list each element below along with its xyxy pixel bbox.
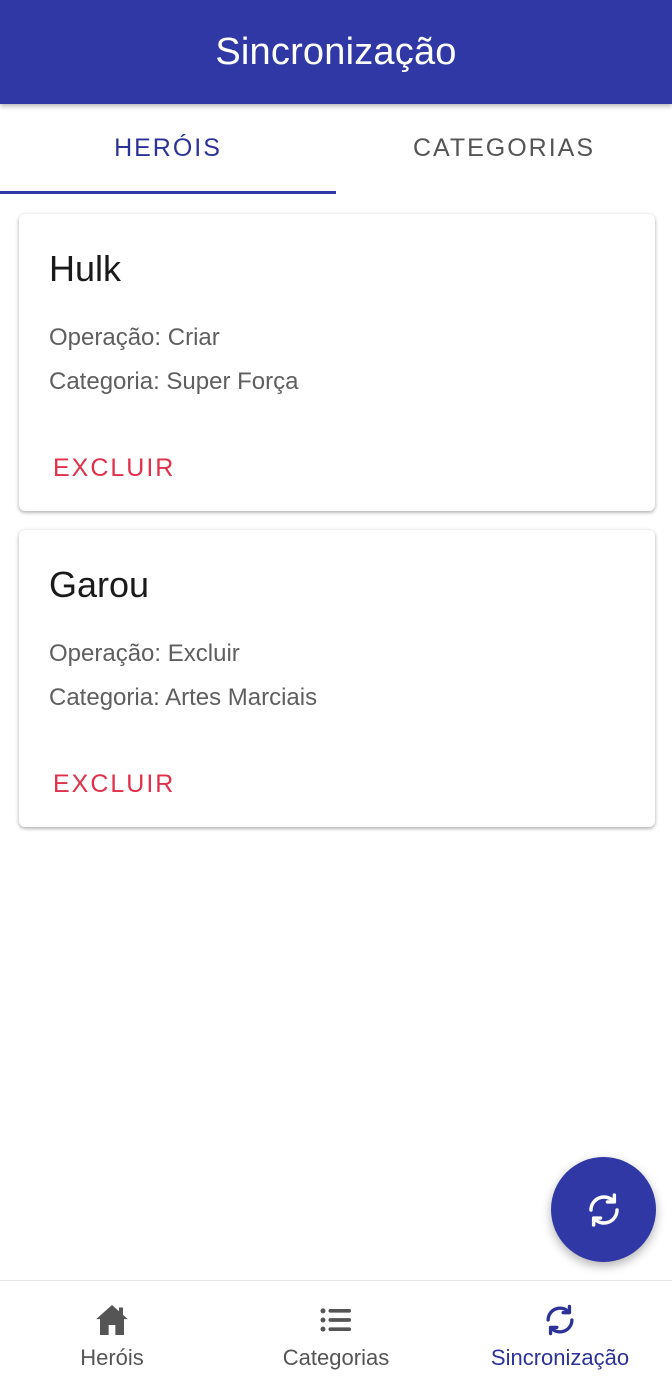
bottom-navigation: Heróis Categorias Sincronização xyxy=(0,1280,672,1385)
sync-card: Garou Operação: Excluir Categoria: Artes… xyxy=(19,530,655,827)
tab-bar: HERÓIS CATEGORIAS xyxy=(0,104,672,194)
category-line: Categoria: Artes Marciais xyxy=(49,684,317,712)
operation-value: Excluir xyxy=(167,640,240,667)
app-root: Sincronização HERÓIS CATEGORIAS Hulk Ope… xyxy=(0,0,672,1385)
sync-card: Hulk Operação: Criar Categoria: Super Fo… xyxy=(19,214,655,511)
category-value: Artes Marciais xyxy=(165,684,318,711)
list-icon xyxy=(315,1299,357,1341)
operation-value: Criar xyxy=(167,324,220,351)
delete-button[interactable]: EXCLUIR xyxy=(53,454,175,483)
app-bar: Sincronização xyxy=(0,0,672,104)
nav-label: Categorias xyxy=(282,1345,390,1370)
nav-item-categorias[interactable]: Categorias xyxy=(224,1281,448,1385)
category-key: Categoria: xyxy=(49,368,160,395)
category-value: Super Força xyxy=(166,368,299,395)
category-key: Categoria: xyxy=(49,684,160,711)
page-title: Sincronização xyxy=(215,30,457,73)
nav-item-sincronizacao[interactable]: Sincronização xyxy=(448,1281,672,1385)
operation-key: Operação: xyxy=(49,640,162,667)
sync-icon xyxy=(539,1299,581,1341)
operation-key: Operação: xyxy=(49,324,162,351)
nav-item-herois[interactable]: Heróis xyxy=(0,1281,224,1385)
tab-herois[interactable]: HERÓIS xyxy=(0,104,336,194)
nav-label: Heróis xyxy=(80,1345,144,1370)
home-icon xyxy=(91,1299,133,1341)
sync-fab[interactable] xyxy=(551,1157,656,1262)
operation-line: Operação: Excluir xyxy=(49,640,240,668)
delete-button[interactable]: EXCLUIR xyxy=(53,770,175,799)
operation-line: Operação: Criar xyxy=(49,324,220,352)
card-title: Hulk xyxy=(49,248,122,289)
card-title: Garou xyxy=(49,564,150,605)
category-line: Categoria: Super Força xyxy=(49,368,298,396)
nav-label: Sincronização xyxy=(490,1345,630,1370)
tab-categorias[interactable]: CATEGORIAS xyxy=(336,104,672,194)
sync-icon xyxy=(588,1192,619,1227)
